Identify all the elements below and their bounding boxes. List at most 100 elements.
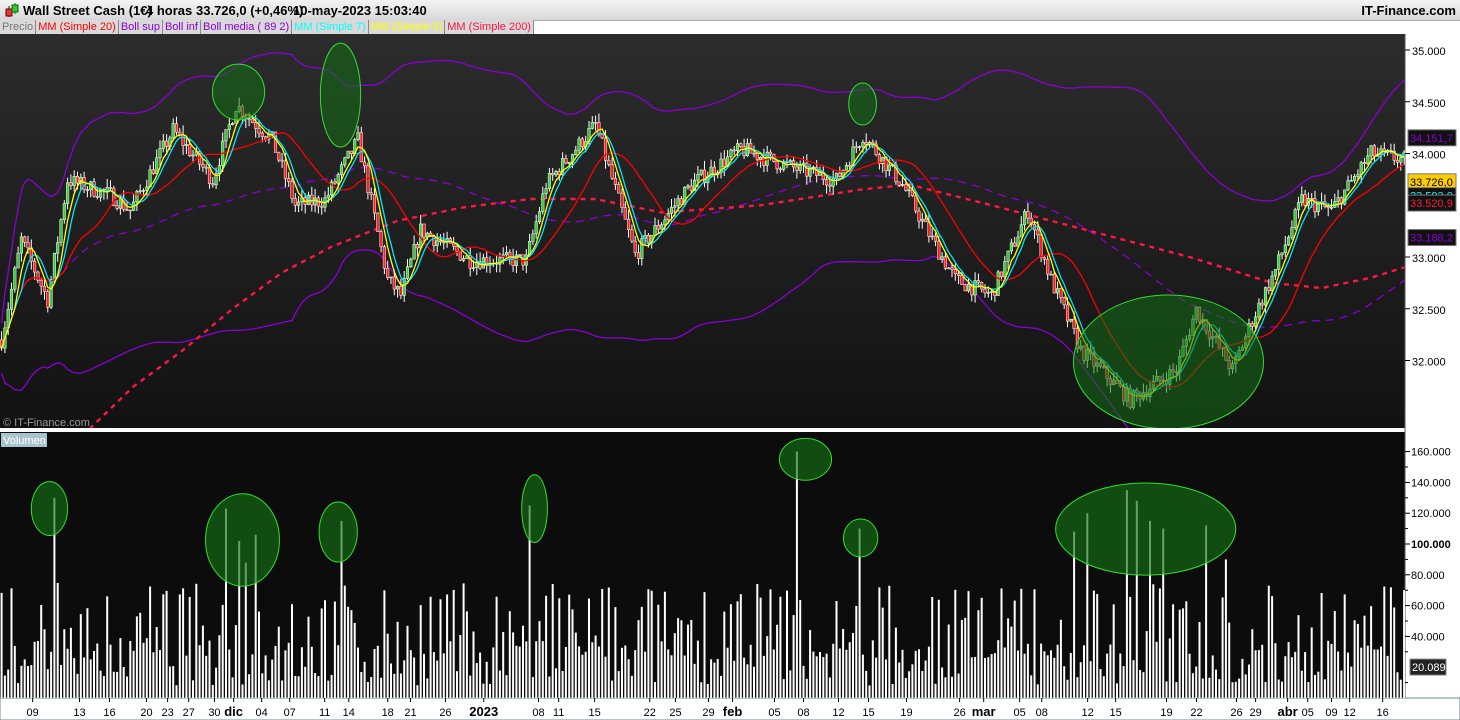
volume-bar — [1281, 681, 1283, 698]
volume-bar — [452, 589, 455, 698]
panel-divider[interactable] — [0, 428, 1460, 432]
volume-bar — [248, 674, 251, 698]
volume-bar — [1165, 681, 1168, 698]
volume-bar — [1215, 669, 1217, 698]
volume-tag-label: 20.089 — [1412, 662, 1446, 674]
annotation-ellipse — [319, 42, 362, 148]
volume-bar — [1030, 675, 1033, 698]
candle — [409, 258, 413, 268]
volume-bar — [1330, 643, 1333, 698]
volume-bar — [531, 677, 534, 698]
candle — [372, 194, 377, 214]
volume-bar — [185, 655, 188, 698]
candle — [633, 240, 637, 254]
price-tag-label: 34.151,7 — [1410, 133, 1453, 145]
candle — [547, 173, 551, 189]
volume-bar — [667, 649, 670, 698]
volume-bar — [261, 673, 264, 698]
candle — [900, 184, 905, 186]
volume-bar — [1106, 653, 1109, 698]
volume-bar — [350, 610, 353, 698]
volume-bar — [46, 669, 49, 698]
volume-bar — [812, 651, 815, 698]
volume-bar — [1376, 649, 1379, 698]
volume-bar — [1366, 645, 1369, 698]
candle — [1303, 194, 1307, 206]
volume-bar — [861, 654, 864, 698]
volume-bar — [1208, 677, 1211, 698]
candle — [669, 207, 674, 214]
candle — [947, 267, 951, 270]
x-tick-label: 19 — [900, 707, 912, 719]
candle — [966, 283, 971, 292]
price-tick-label: 32.000 — [1412, 357, 1446, 369]
volume-bar — [1132, 660, 1135, 698]
volume-bar — [192, 680, 194, 698]
annotation-ellipse — [205, 493, 280, 587]
volume-bar — [630, 675, 633, 698]
volume-bar — [805, 678, 808, 698]
candle — [663, 219, 667, 226]
x-tick-label: 11 — [553, 707, 564, 719]
x-tick-label: 12 — [1082, 707, 1094, 719]
volume-bar — [541, 641, 544, 698]
volume-bar — [218, 635, 221, 698]
volume-bar — [459, 635, 462, 698]
candle — [336, 174, 340, 184]
candle — [1042, 257, 1046, 260]
volume-bar — [1168, 638, 1171, 698]
volume-bar — [1036, 684, 1039, 698]
volume-bar — [710, 659, 713, 698]
volume-bar — [1079, 662, 1082, 698]
volume-bar — [832, 643, 835, 698]
volume-bar — [429, 596, 432, 698]
volume-bar — [439, 599, 442, 698]
volume-bar — [320, 608, 323, 698]
volume-bar — [1396, 672, 1399, 698]
price-tick-label: 33.000 — [1412, 253, 1446, 265]
volume-bar — [380, 677, 383, 698]
volume-bar — [545, 595, 548, 698]
volume-bar — [835, 601, 838, 698]
volume-bar — [970, 657, 973, 698]
volume-bar — [743, 657, 746, 698]
volume-bar — [267, 680, 270, 698]
volume-bar — [122, 666, 125, 698]
candle — [356, 132, 360, 140]
candle — [996, 271, 1000, 296]
candle — [930, 235, 934, 238]
volume-bar — [888, 585, 891, 698]
candle — [250, 118, 254, 123]
candle — [1003, 261, 1007, 278]
candle — [887, 164, 891, 171]
candle — [204, 166, 208, 169]
candle — [554, 171, 558, 176]
candle — [178, 131, 182, 135]
volume-bar — [1373, 649, 1376, 698]
candle — [617, 184, 621, 194]
candle — [640, 238, 644, 259]
volume-bar — [934, 683, 937, 698]
volume-bar — [423, 653, 425, 698]
candle — [1369, 145, 1373, 157]
candle — [1356, 174, 1360, 177]
volume-bar — [508, 611, 511, 698]
candle — [580, 138, 584, 148]
candle — [9, 288, 14, 310]
candle — [1329, 207, 1334, 209]
x-tick-label: 15 — [588, 707, 600, 719]
candle — [1273, 269, 1277, 277]
volume-bar — [588, 598, 590, 698]
candle — [933, 235, 938, 242]
annotation-ellipse — [842, 518, 879, 558]
volume-bar — [475, 662, 478, 698]
x-tick-label: 13 — [73, 707, 85, 719]
candle — [531, 233, 535, 242]
candle — [1362, 162, 1367, 164]
volume-bar — [558, 598, 561, 698]
x-tick-label: 25 — [669, 707, 681, 719]
volume-bar — [76, 673, 79, 698]
chart-canvas[interactable]: © IT-Finance.com 35.000 34.500 34.000 33.000… — [0, 0, 1460, 720]
x-tick-label: 29 — [1249, 707, 1261, 719]
volume-bar — [162, 594, 165, 698]
